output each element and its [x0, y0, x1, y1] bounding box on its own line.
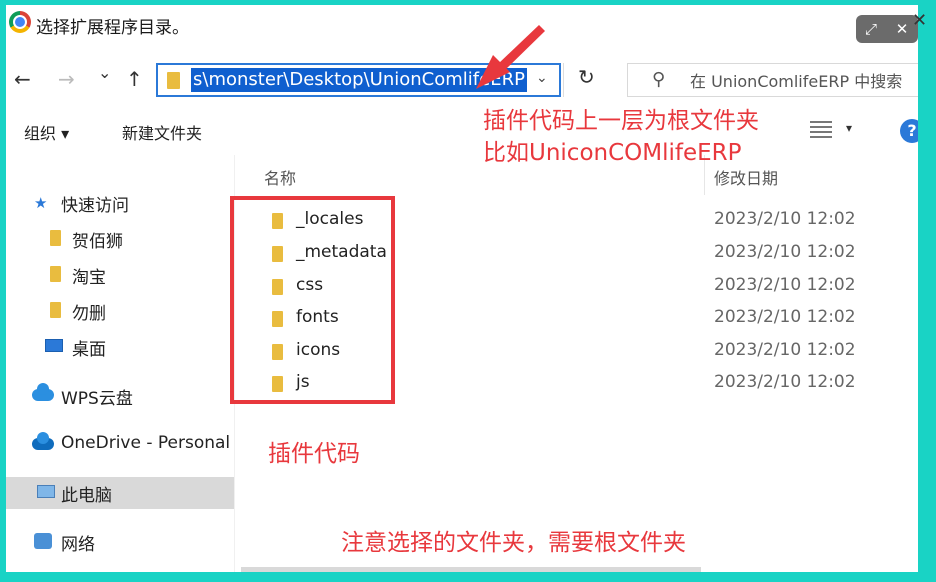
annotation-root-folder-note: 插件代码上一层为根文件夹 [483, 108, 759, 134]
edge-close-icon[interactable]: ✕ [912, 10, 927, 31]
annotation-plugin-code: 插件代码 [268, 441, 360, 467]
horizontal-scrollbar[interactable] [241, 567, 701, 572]
annotation-example-note: 比如UniconCOMlifeERP [483, 140, 742, 166]
file-dialog-window: 选择扩展程序目录。 ⤢ ✕ ← → ⌄ ↑ s\monster\Desktop\… [6, 5, 918, 572]
annotation-arrow [476, 25, 545, 89]
annotation-warning-note: 注意选择的文件夹，需要根文件夹 [341, 530, 686, 556]
